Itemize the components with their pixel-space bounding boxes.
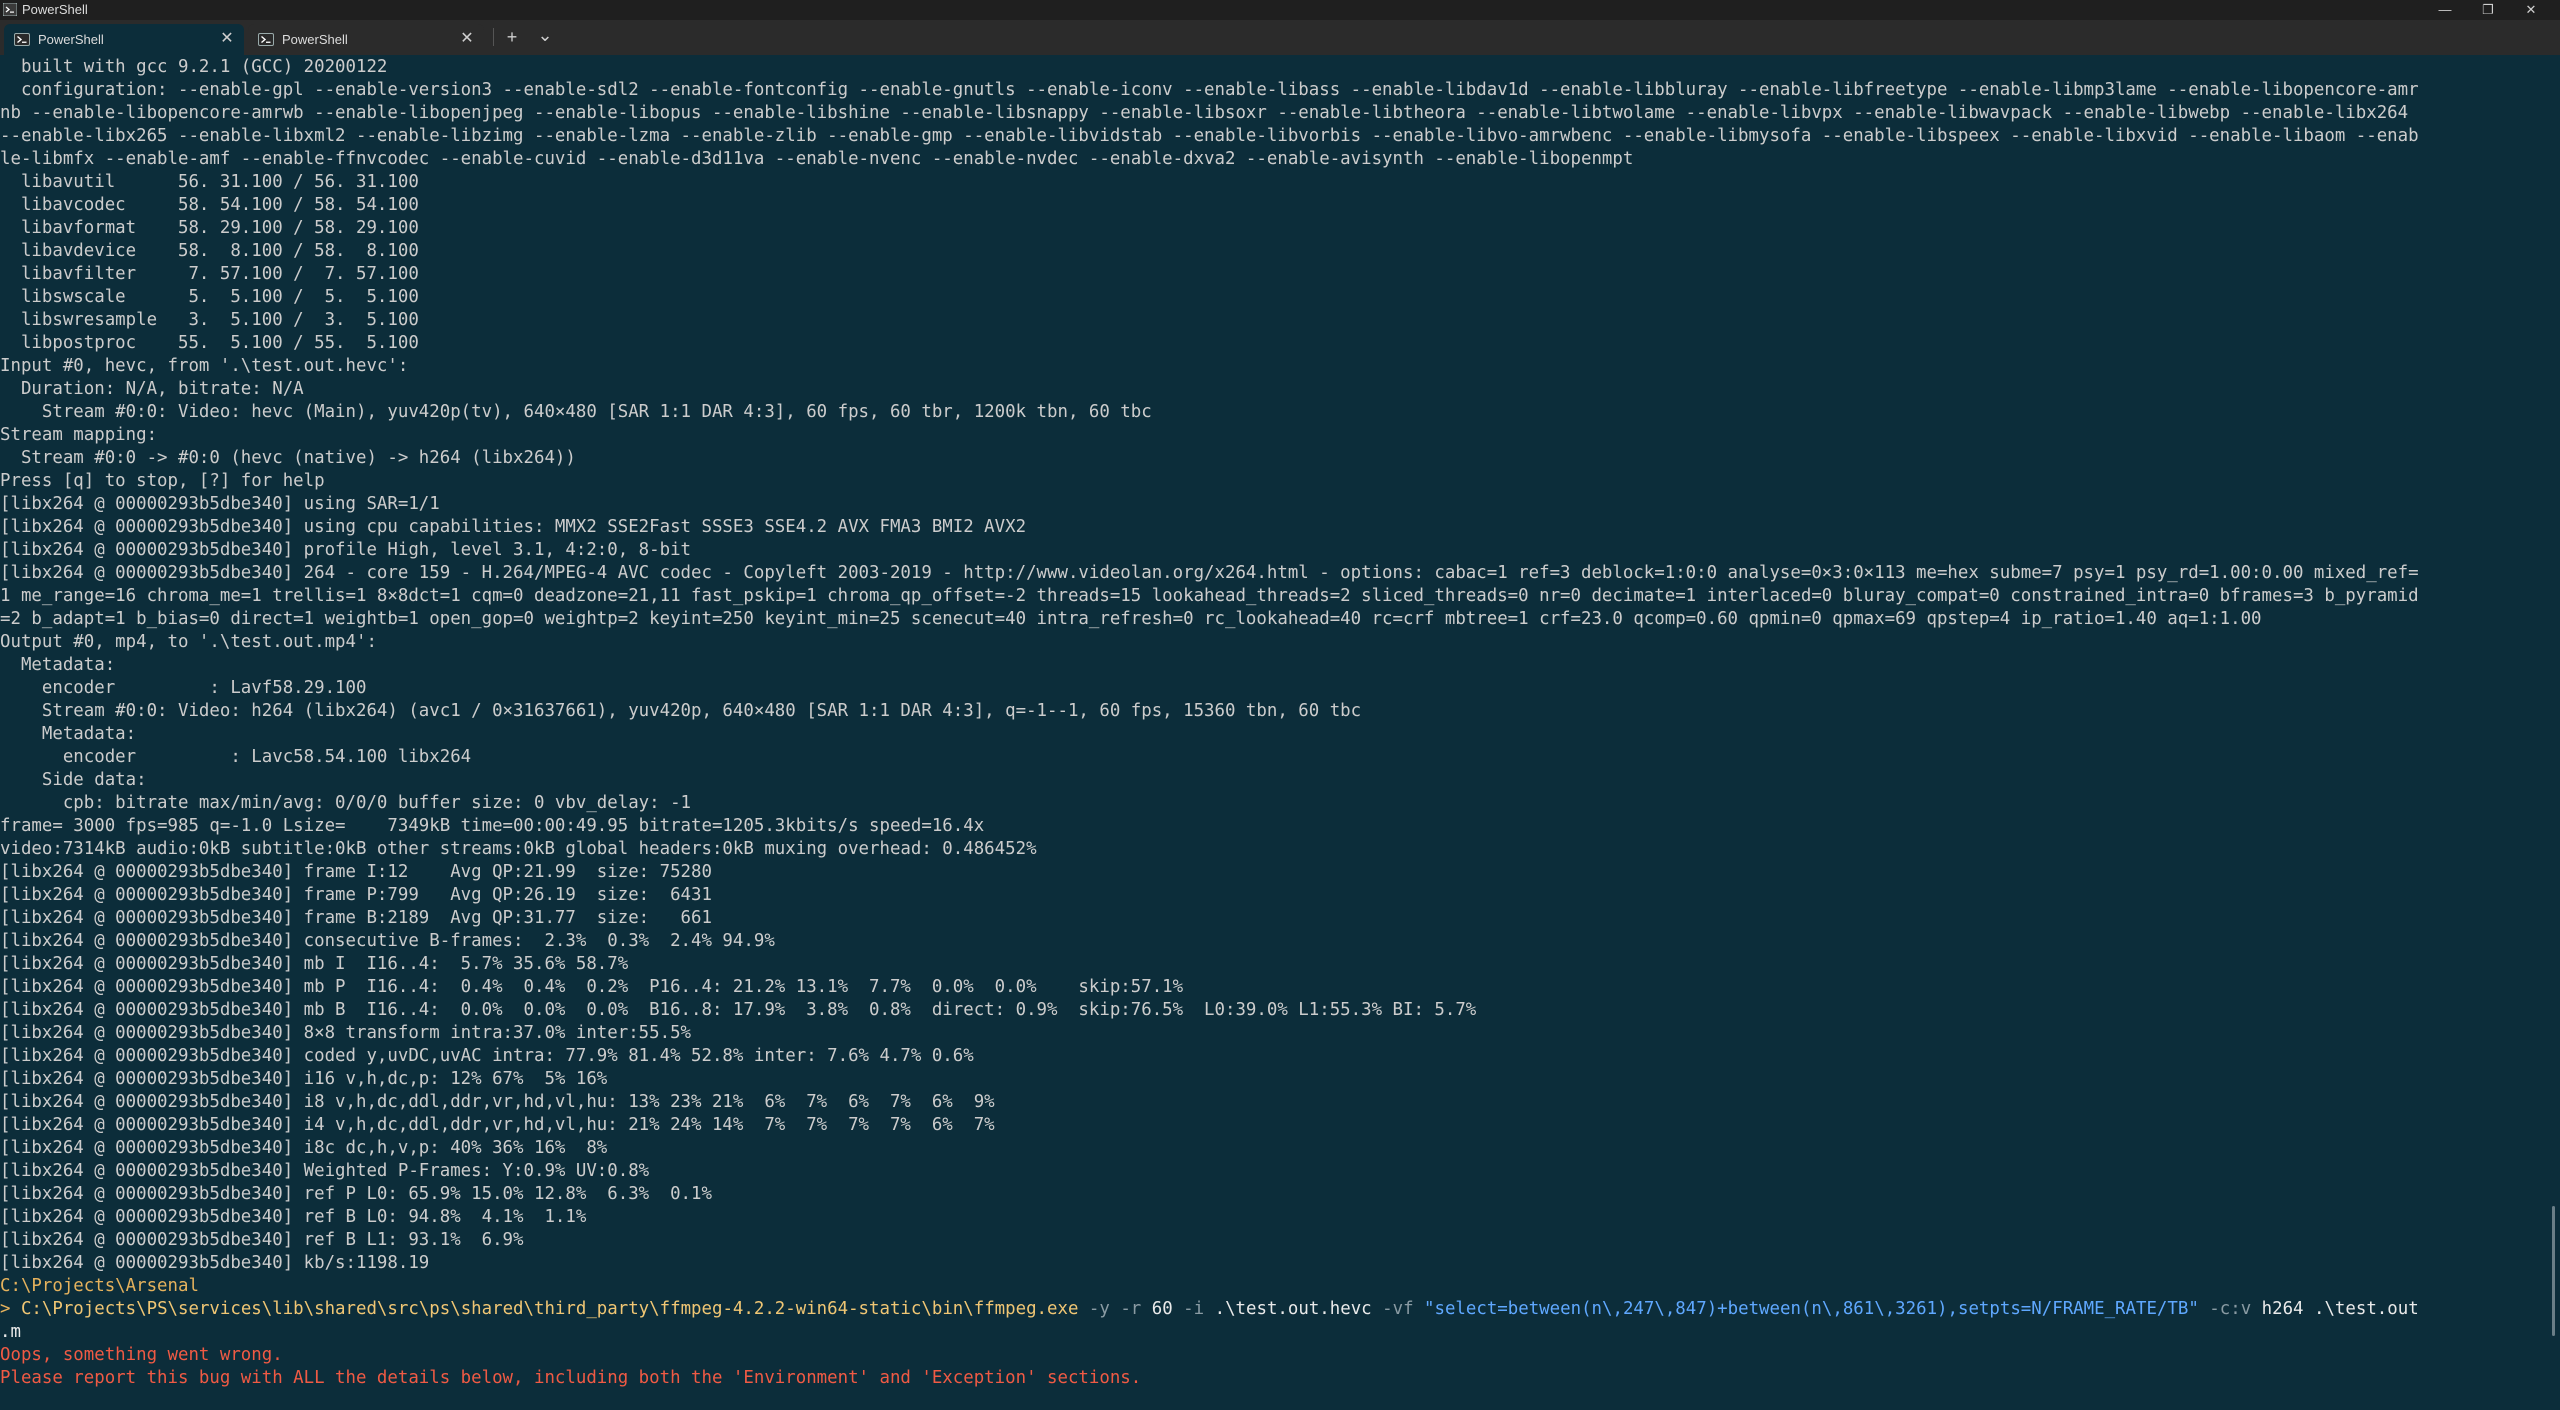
output-line: Output #0, mp4, to '.\test.out.mp4': [0, 632, 377, 652]
output-line: video:7314kB audio:0kB subtitle:0kB othe… [0, 839, 1037, 859]
close-window-button[interactable]: ✕ [2511, 0, 2551, 20]
close-icon[interactable]: ✕ [456, 28, 478, 50]
output-line: libavfilter 7. 57.100 / 7. 57.100 [0, 264, 419, 284]
output-line: [libx264 @ 00000293b5dbe340] 8×8 transfo… [0, 1023, 692, 1043]
output-line: [libx264 @ 00000293b5dbe340] Weighted P-… [0, 1161, 650, 1181]
command-param: -c:v [2198, 1299, 2252, 1319]
output-block: built with gcc 9.2.1 (GCC) 20200122 conf… [0, 56, 2548, 1275]
output-line: libavcodec 58. 54.100 / 58. 54.100 [0, 195, 419, 215]
error-message: Please report this bug with ALL the deta… [0, 1368, 1142, 1388]
powershell-icon [3, 3, 17, 16]
output-line: [libx264 @ 00000293b5dbe340] i4 v,h,dc,d… [0, 1115, 995, 1135]
output-line: [libx264 @ 00000293b5dbe340] frame I:12 … [0, 862, 712, 882]
output-line: [libx264 @ 00000293b5dbe340] frame B:218… [0, 908, 712, 928]
prompt-arrow: > [0, 1299, 21, 1319]
close-icon[interactable]: ✕ [216, 28, 238, 50]
output-line: Stream #0:0: Video: h264 (libx264) (avc1… [0, 701, 1362, 721]
output-line: Duration: N/A, bitrate: N/A [0, 379, 304, 399]
command-argument: .\test.out.hevc [1204, 1299, 1372, 1319]
output-line: [libx264 @ 00000293b5dbe340] i16 v,h,dc,… [0, 1069, 608, 1089]
output-line: [libx264 @ 00000293b5dbe340] i8c dc,h,v,… [0, 1138, 608, 1158]
scrollbar-thumb[interactable] [2552, 1206, 2555, 1336]
output-line: [libx264 @ 00000293b5dbe340] using SAR=1… [0, 494, 440, 514]
output-line: libswscale 5. 5.100 / 5. 5.100 [0, 287, 419, 307]
restore-button[interactable]: ❐ [2468, 0, 2508, 20]
powershell-icon [14, 33, 30, 46]
command-line-wrap: .m [0, 1322, 21, 1342]
powershell-icon [258, 33, 274, 46]
tab-powershell-2[interactable]: PowerShell ✕ [248, 24, 484, 55]
command-param: -y [1078, 1299, 1110, 1319]
command-param: -i [1172, 1299, 1205, 1319]
output-line: [libx264 @ 00000293b5dbe340] ref B L0: 9… [0, 1207, 587, 1227]
minimize-button[interactable]: — [2425, 0, 2465, 20]
tab-strip: PowerShell ✕ PowerShell ✕ + ⌄ [0, 20, 2560, 55]
prompt-directory: C:\Projects\Arsenal [0, 1276, 199, 1296]
command-string: "select=between(n\,247\,847)+between(n\,… [1413, 1299, 2199, 1319]
tab-label: PowerShell [282, 32, 348, 47]
output-line: [libx264 @ 00000293b5dbe340] mb P I16..4… [0, 977, 1184, 997]
command-param: -vf [1371, 1299, 1414, 1319]
scrollbar[interactable] [2548, 56, 2560, 1410]
output-line: [libx264 @ 00000293b5dbe340] consecutive… [0, 931, 775, 951]
command-param: -r [1109, 1299, 1142, 1319]
window-title: PowerShell [22, 2, 88, 17]
output-line: [libx264 @ 00000293b5dbe340] coded y,uvD… [0, 1046, 974, 1066]
output-line: [libx264 @ 00000293b5dbe340] ref P L0: 6… [0, 1184, 712, 1204]
output-line: Metadata: [0, 724, 137, 744]
output-line: [libx264 @ 00000293b5dbe340] frame P:799… [0, 885, 712, 905]
error-message: Oops, something went wrong. [0, 1345, 283, 1365]
tab-powershell-1[interactable]: PowerShell ✕ [4, 24, 244, 55]
output-line: Metadata: [0, 655, 116, 675]
command-line[interactable]: > C:\Projects\PS\services\lib\shared\src… [0, 1298, 2548, 1321]
output-line: libavutil 56. 31.100 / 56. 31.100 [0, 172, 419, 192]
output-line: [libx264 @ 00000293b5dbe340] mb I I16..4… [0, 954, 629, 974]
tab-dropdown-button[interactable]: ⌄ [530, 22, 560, 48]
output-line: Stream #0:0 -> #0:0 (hevc (native) -> h2… [0, 448, 576, 468]
output-line: libswresample 3. 5.100 / 3. 5.100 [0, 310, 419, 330]
terminal-output[interactable]: built with gcc 9.2.1 (GCC) 20200122 conf… [0, 56, 2548, 1410]
output-line: [libx264 @ 00000293b5dbe340] i8 v,h,dc,d… [0, 1092, 995, 1112]
output-line: nb --enable-libopencore-amrwb --enable-l… [0, 103, 2409, 123]
title-bar: PowerShell — ❐ ✕ [0, 0, 2560, 20]
output-line: [libx264 @ 00000293b5dbe340] kb/s:1198.1… [0, 1253, 430, 1273]
output-line: --enable-libx265 --enable-libxml2 --enab… [0, 126, 2419, 146]
output-line: libavformat 58. 29.100 / 58. 29.100 [0, 218, 419, 238]
output-line: [libx264 @ 00000293b5dbe340] profile Hig… [0, 540, 692, 560]
output-line: frame= 3000 fps=985 q=-1.0 Lsize= 7349kB… [0, 816, 985, 836]
output-line: [libx264 @ 00000293b5dbe340] 264 - core … [0, 563, 2419, 583]
command-executable: C:\Projects\PS\services\lib\shared\src\p… [20, 1299, 1079, 1319]
output-line: 1 me_range=16 chroma_me=1 trellis=1 8×8d… [0, 586, 2419, 606]
new-tab-button[interactable]: + [497, 24, 527, 50]
output-line: le-libmfx --enable-amf --enable-ffnvcode… [0, 149, 1634, 169]
output-line: configuration: --enable-gpl --enable-ver… [0, 80, 2419, 100]
command-number: 60 [1141, 1299, 1173, 1319]
output-line: cpb: bitrate max/min/avg: 0/0/0 buffer s… [0, 793, 692, 813]
tab-label: PowerShell [38, 32, 104, 47]
output-line: [libx264 @ 00000293b5dbe340] using cpu c… [0, 517, 1027, 537]
output-line: Input #0, hevc, from '.\test.out.hevc': [0, 356, 409, 376]
command-argument: h264 .\test.out [2251, 1299, 2419, 1319]
output-line: built with gcc 9.2.1 (GCC) 20200122 [0, 57, 388, 77]
output-line: [libx264 @ 00000293b5dbe340] ref B L1: 9… [0, 1230, 524, 1250]
output-line: encoder : Lavc58.54.100 libx264 [0, 747, 472, 767]
output-line: libpostproc 55. 5.100 / 55. 5.100 [0, 333, 419, 353]
output-line: =2 b_adapt=1 b_bias=0 direct=1 weightb=1… [0, 609, 2262, 629]
output-line: Stream mapping: [0, 425, 158, 445]
output-line: Side data: [0, 770, 147, 790]
output-line: Stream #0:0: Video: hevc (Main), yuv420p… [0, 402, 1152, 422]
output-line: libavdevice 58. 8.100 / 58. 8.100 [0, 241, 419, 261]
tab-divider [493, 28, 494, 46]
output-line: encoder : Lavf58.29.100 [0, 678, 367, 698]
output-line: [libx264 @ 00000293b5dbe340] mb B I16..4… [0, 1000, 1477, 1020]
output-line: Press [q] to stop, [?] for help [0, 471, 325, 491]
